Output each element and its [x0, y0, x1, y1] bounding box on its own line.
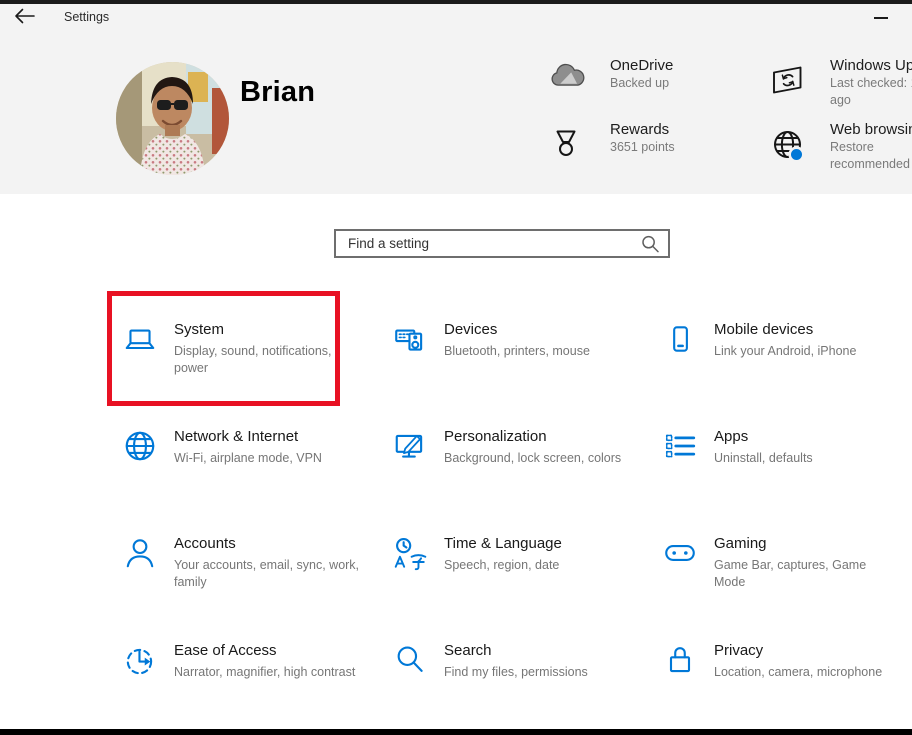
magnifier-icon — [392, 642, 428, 678]
monitor-pen-icon — [392, 428, 428, 464]
tile-title: Apps — [714, 427, 813, 447]
web-browsing-globe-icon — [768, 126, 808, 168]
tile-title: Time & Language — [444, 534, 562, 554]
window-title: Settings — [64, 10, 109, 24]
rewards-card[interactable]: Rewards 3651 points — [548, 120, 740, 164]
tile-privacy[interactable]: Privacy Location, camera, microphone — [648, 617, 912, 724]
tile-accounts[interactable]: Accounts Your accounts, email, sync, wor… — [108, 510, 378, 617]
tile-desc: Find my files, permissions — [444, 664, 588, 681]
ease-of-access-icon — [122, 642, 158, 678]
minimize-button[interactable] — [862, 6, 900, 28]
gamepad-icon — [662, 535, 698, 571]
clock-language-icon — [392, 535, 428, 571]
web-browsing-status-line1: Restore — [830, 139, 912, 156]
rewards-points: 3651 points — [610, 139, 740, 156]
tile-desc: Wi-Fi, airplane mode, VPN — [174, 450, 322, 467]
tile-title: Gaming — [714, 534, 879, 554]
user-name: Brian — [240, 76, 315, 109]
tile-search[interactable]: Search Find my files, permissions — [378, 617, 648, 724]
tile-network-internet[interactable]: Network & Internet Wi-Fi, airplane mode,… — [108, 403, 378, 510]
tile-title: Mobile devices — [714, 320, 856, 340]
tile-devices[interactable]: Devices Bluetooth, printers, mouse — [378, 296, 648, 403]
tile-desc: Bluetooth, printers, mouse — [444, 343, 590, 360]
person-icon — [122, 535, 158, 571]
tile-desc: Game Bar, captures, Game Mode — [714, 557, 879, 591]
windows-update-icon — [768, 62, 808, 102]
back-arrow-icon — [14, 8, 36, 24]
minimize-icon — [874, 17, 888, 19]
tile-desc: Speech, region, date — [444, 557, 562, 574]
back-button[interactable] — [14, 8, 40, 28]
onedrive-title: OneDrive — [610, 56, 740, 75]
windows-update-card[interactable]: Windows Update Last checked: 1 hour ago — [768, 56, 912, 108]
tile-desc: Your accounts, email, sync, work, family — [174, 557, 364, 591]
search-input[interactable] — [336, 236, 640, 251]
tile-personalization[interactable]: Personalization Background, lock screen,… — [378, 403, 648, 510]
devices-icon — [392, 321, 428, 357]
web-browsing-card[interactable]: Web browsing Restore recommended — [768, 120, 912, 172]
onedrive-card[interactable]: OneDrive Backed up — [548, 56, 740, 95]
tile-desc: Link your Android, iPhone — [714, 343, 856, 360]
tile-time-language[interactable]: Time & Language Speech, region, date — [378, 510, 648, 617]
laptop-icon — [122, 321, 158, 357]
tile-ease-of-access[interactable]: Ease of Access Narrator, magnifier, high… — [108, 617, 378, 724]
tile-desc: Uninstall, defaults — [714, 450, 813, 467]
window-bottom-border — [0, 729, 912, 735]
tile-title: Privacy — [714, 641, 882, 661]
rewards-medal-icon — [548, 126, 588, 164]
search-icon[interactable] — [640, 234, 662, 254]
phone-icon — [662, 321, 698, 357]
settings-window: Settings — [0, 0, 912, 735]
tile-apps[interactable]: Apps Uninstall, defaults — [648, 403, 912, 510]
tile-title: System — [174, 320, 364, 340]
tile-system[interactable]: System Display, sound, notifications, po… — [108, 296, 378, 403]
tile-desc: Background, lock screen, colors — [444, 450, 621, 467]
tile-title: Personalization — [444, 427, 621, 447]
windows-update-title: Windows Update — [830, 56, 912, 75]
tile-title: Devices — [444, 320, 590, 340]
settings-categories-grid: System Display, sound, notifications, po… — [108, 296, 912, 724]
rewards-title: Rewards — [610, 120, 740, 139]
lock-icon — [662, 642, 698, 678]
tile-desc: Display, sound, notifications, power — [174, 343, 364, 377]
web-browsing-status-line2: recommended — [830, 156, 912, 173]
tile-mobile-devices[interactable]: Mobile devices Link your Android, iPhone — [648, 296, 912, 403]
tile-desc: Narrator, magnifier, high contrast — [174, 664, 355, 681]
tile-desc: Location, camera, microphone — [714, 664, 882, 681]
tile-title: Search — [444, 641, 588, 661]
windows-update-status-line1: Last checked: 1 hour — [830, 75, 912, 92]
tile-title: Accounts — [174, 534, 364, 554]
web-browsing-title: Web browsing — [830, 120, 912, 139]
globe-icon — [122, 428, 158, 464]
search-box — [334, 229, 670, 258]
tile-title: Network & Internet — [174, 427, 322, 447]
tile-gaming[interactable]: Gaming Game Bar, captures, Game Mode — [648, 510, 912, 617]
windows-update-status-line2: ago — [830, 92, 912, 109]
apps-list-icon — [662, 428, 698, 464]
avatar — [116, 62, 229, 175]
onedrive-cloud-icon — [548, 62, 588, 95]
onedrive-status: Backed up — [610, 75, 740, 92]
tile-title: Ease of Access — [174, 641, 355, 661]
